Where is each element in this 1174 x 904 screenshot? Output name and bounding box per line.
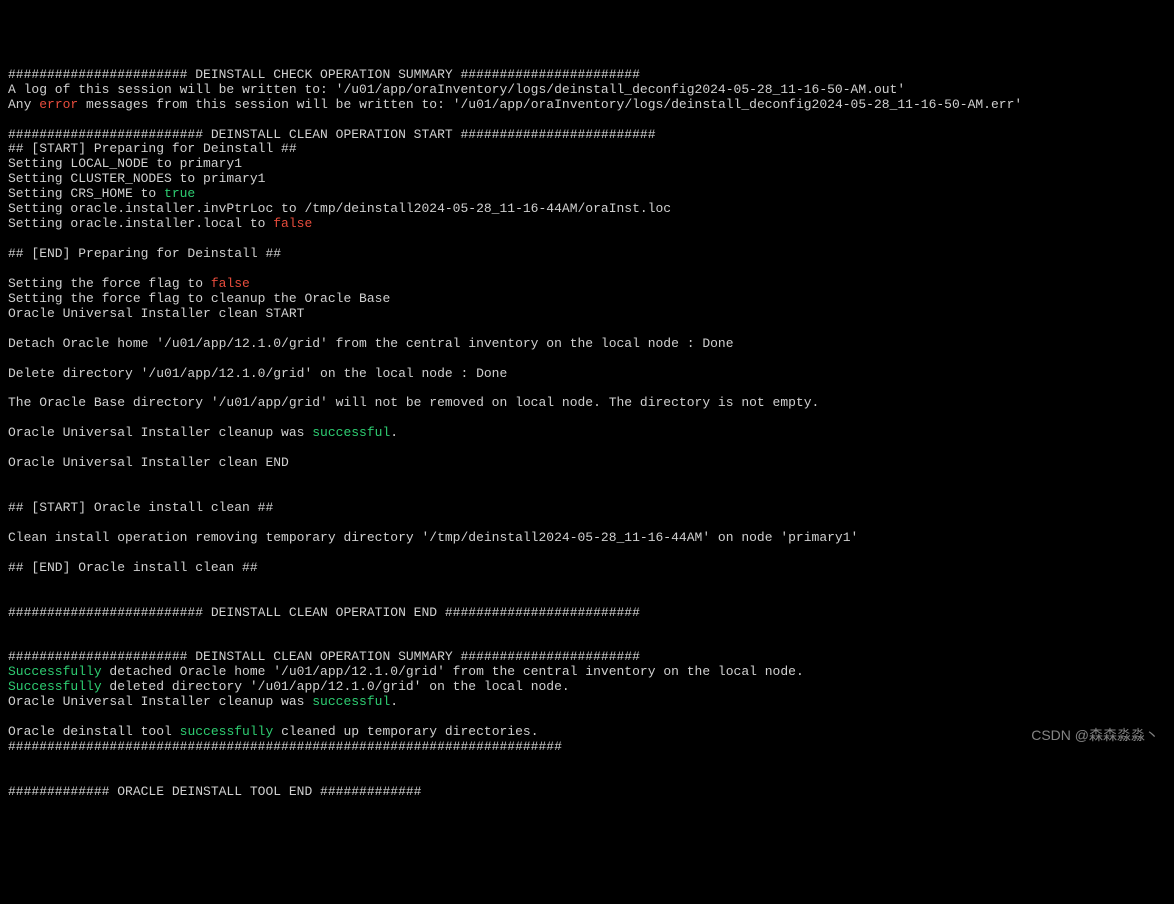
output-line: Successfully detached Oracle home '/u01/…: [8, 665, 1166, 680]
true-keyword: true: [164, 186, 195, 201]
successfully-keyword: successfully: [180, 724, 274, 739]
output-line: Setting CRS_HOME to true: [8, 187, 1166, 202]
output-line: Detach Oracle home '/u01/app/12.1.0/grid…: [8, 337, 1166, 352]
output-line: A log of this session will be written to…: [8, 83, 1166, 98]
output-line: Oracle Universal Installer cleanup was s…: [8, 695, 1166, 710]
output-line: Oracle Universal Installer cleanup was s…: [8, 426, 1166, 441]
blank-line: [8, 591, 1166, 606]
output-line: Delete directory '/u01/app/12.1.0/grid' …: [8, 367, 1166, 382]
text-segment: Setting the force flag to: [8, 276, 211, 291]
blank-line: [8, 710, 1166, 725]
successful-keyword: successful: [312, 694, 390, 709]
blank-line: [8, 770, 1166, 785]
text-segment: .: [390, 694, 398, 709]
blank-line: [8, 576, 1166, 591]
blank-line: [8, 486, 1166, 501]
text-segment: .: [390, 425, 398, 440]
blank-line: [8, 262, 1166, 277]
blank-line: [8, 635, 1166, 650]
text-segment: Setting CRS_HOME to: [8, 186, 164, 201]
false-keyword: false: [273, 216, 312, 231]
blank-line: [8, 411, 1166, 426]
output-line: Setting the force flag to false: [8, 277, 1166, 292]
blank-line: [8, 441, 1166, 456]
blank-line: [8, 516, 1166, 531]
output-line: ######################### DEINSTALL CLEA…: [8, 128, 1166, 143]
error-keyword: error: [39, 97, 78, 112]
successful-keyword: successful: [312, 425, 390, 440]
output-line: ## [END] Preparing for Deinstall ##: [8, 247, 1166, 262]
output-line: ######################### DEINSTALL CLEA…: [8, 606, 1166, 621]
output-line: Setting the force flag to cleanup the Or…: [8, 292, 1166, 307]
text-segment: Oracle Universal Installer cleanup was: [8, 425, 312, 440]
output-line: Clean install operation removing tempora…: [8, 531, 1166, 546]
output-line: Any error messages from this session wil…: [8, 98, 1166, 113]
false-keyword: false: [211, 276, 250, 291]
blank-line: [8, 546, 1166, 561]
successfully-keyword: Successfully: [8, 679, 102, 694]
terminal-output: ####################### DEINSTALL CHECK …: [8, 68, 1166, 800]
output-line: ## [END] Oracle install clean ##: [8, 561, 1166, 576]
blank-line: [8, 322, 1166, 337]
text-segment: Any: [8, 97, 39, 112]
blank-line: [8, 471, 1166, 486]
output-line: Oracle Universal Installer clean END: [8, 456, 1166, 471]
text-segment: Oracle deinstall tool: [8, 724, 180, 739]
blank-line: [8, 620, 1166, 635]
text-segment: messages from this session will be writt…: [78, 97, 1022, 112]
text-segment: Oracle Universal Installer cleanup was: [8, 694, 312, 709]
output-line: Setting oracle.installer.invPtrLoc to /t…: [8, 202, 1166, 217]
output-line: ## [START] Oracle install clean ##: [8, 501, 1166, 516]
output-line: Successfully deleted directory '/u01/app…: [8, 680, 1166, 695]
blank-line: [8, 113, 1166, 128]
output-line: ####################### DEINSTALL CLEAN …: [8, 650, 1166, 665]
text-segment: detached Oracle home '/u01/app/12.1.0/gr…: [102, 664, 804, 679]
output-line: Setting CLUSTER_NODES to primary1: [8, 172, 1166, 187]
text-segment: deleted directory '/u01/app/12.1.0/grid'…: [102, 679, 570, 694]
blank-line: [8, 755, 1166, 770]
output-line: ############# ORACLE DEINSTALL TOOL END …: [8, 785, 1166, 800]
output-line: Setting oracle.installer.local to false: [8, 217, 1166, 232]
output-line: ## [START] Preparing for Deinstall ##: [8, 142, 1166, 157]
watermark: CSDN @森森淼淼丶: [1031, 727, 1159, 743]
successfully-keyword: Successfully: [8, 664, 102, 679]
blank-line: [8, 232, 1166, 247]
output-line: Setting LOCAL_NODE to primary1: [8, 157, 1166, 172]
output-line: ####################### DEINSTALL CHECK …: [8, 68, 1166, 83]
output-line: The Oracle Base directory '/u01/app/grid…: [8, 396, 1166, 411]
text-segment: cleaned up temporary directories.: [273, 724, 538, 739]
blank-line: [8, 381, 1166, 396]
text-segment: Setting oracle.installer.local to: [8, 216, 273, 231]
output-line: Oracle Universal Installer clean START: [8, 307, 1166, 322]
blank-line: [8, 352, 1166, 367]
output-line: Oracle deinstall tool successfully clean…: [8, 725, 1166, 740]
